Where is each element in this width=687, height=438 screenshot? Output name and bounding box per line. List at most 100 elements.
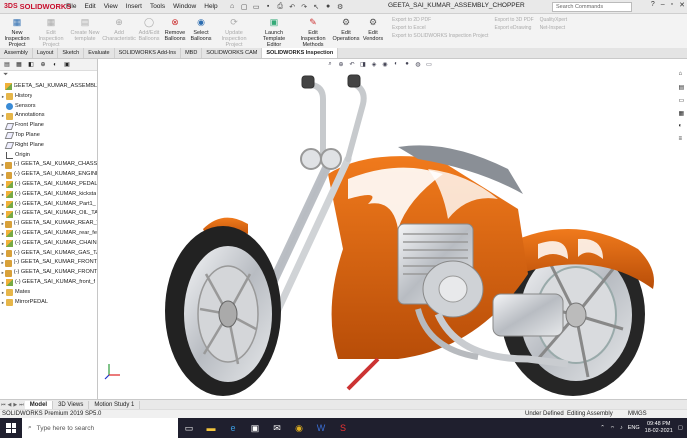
undo-icon[interactable]: ↶ [288,2,297,11]
new-inspection-project-button[interactable]: ▦ New Inspection Project [0,16,34,49]
redo-icon[interactable]: ↷ [300,2,309,11]
tree-item[interactable]: ▸ (-) GEETA_SAI_KUMAR_REAR_WH [0,219,97,229]
edit-operations-button[interactable]: ⚙ Edit Operations [332,16,360,43]
menu-insert[interactable]: Insert [126,3,142,10]
feature-tree-icon[interactable]: ▤ [3,61,11,69]
display-manager-icon[interactable]: ◐ [51,61,59,69]
restore-icon[interactable]: ▫ [671,1,673,9]
add-edit-balloons-button[interactable]: ◯ Add/Edit Balloons [136,16,162,43]
tab-model[interactable]: Model [24,400,54,409]
remove-balloons-button[interactable]: ⊗ Remove Balloons [162,16,188,43]
solidworks-taskbar-icon[interactable]: S [332,418,354,438]
store-icon[interactable]: ▣ [244,418,266,438]
tab-assembly[interactable]: Assembly [0,48,33,58]
tree-item[interactable]: ▸(-) GEETA_SAI_KUMAR_FRONT_FC [0,258,97,268]
chevron-up-icon[interactable]: ⌃ [600,425,605,431]
tab-evaluate[interactable]: Evaluate [84,48,115,58]
menu-window[interactable]: Window [173,3,196,10]
print-icon[interactable]: ⎙ [276,2,285,11]
tree-item[interactable]: ▸ Mates [0,288,97,298]
home-icon[interactable]: ⌂ [228,2,237,11]
tab-addins[interactable]: SOLIDWORKS Add-Ins [115,48,182,58]
tree-item[interactable]: ▸ (-) GEETA_SAI_KUMAR_CHAIN [0,239,97,249]
tree-item[interactable]: ▸ (-) GEETA_SAI_KUMAR_CHASSIS< [0,160,97,170]
help-icon[interactable]: ? [651,1,655,9]
tab-motion-study[interactable]: Motion Study 1 [89,400,141,409]
tree-item[interactable]: ▸ (-) GEETA_SAI_KUMAR_OIL_TA [0,209,97,219]
tab-3d-views[interactable]: 3D Views [53,400,90,409]
launch-template-editor-button[interactable]: ▣ Launch Template Editor [254,16,294,49]
cam-manager-icon[interactable]: ▣ [63,61,71,69]
clock[interactable]: 09:48 PM 18-02-2021 [645,421,673,435]
chrome-icon[interactable]: ◉ [288,418,310,438]
start-button[interactable] [0,418,22,438]
tree-item[interactable]: Sensors [0,102,97,112]
menu-help[interactable]: Help [204,3,217,10]
language-indicator[interactable]: ENG [628,425,640,431]
tree-item[interactable]: Top Plane [0,131,97,141]
open-icon[interactable]: ▭ [252,2,261,11]
volume-icon[interactable]: ♪ [620,425,623,431]
filter-icon[interactable]: ⏷ [0,71,97,82]
tree-item[interactable]: ▸ (-) GEETA_SAI_KUMAR_rear_fe [0,229,97,239]
select-icon[interactable]: ↖ [312,2,321,11]
export-excel-button[interactable]: Export to Excel [392,25,488,31]
chopper-3d-model[interactable] [98,59,687,399]
expand-arrow-icon[interactable]: ▸ [0,170,6,180]
tab-inspection[interactable]: SOLIDWORKS Inspection [262,48,339,58]
export-2d-pdf-button[interactable]: Export to 2D PDF [392,17,488,23]
property-manager-icon[interactable]: ▦ [15,61,23,69]
export-3d-pdf-button[interactable]: Export to 3D PDF [494,17,533,23]
create-template-button[interactable]: ▤ Create New template [68,16,102,43]
search-commands-input[interactable]: Search Commands [552,2,632,12]
tree-item[interactable]: ▸ Annotations [0,111,97,121]
minimize-icon[interactable]: – [661,1,665,9]
menu-file[interactable]: File [66,3,76,10]
menu-edit[interactable]: Edit [84,3,95,10]
solidworks-logo[interactable]: 3DS SOLIDWORKS [4,2,71,11]
tree-item[interactable]: Origin [0,151,97,161]
handlebar[interactable] [301,74,367,162]
tree-item[interactable]: ▸ (-) GEETA_SAI_KUMAR_Part1_ [0,200,97,210]
export-edrawing-button[interactable]: Export eDrawing [494,25,533,31]
close-icon[interactable]: ✕ [679,1,685,9]
file-explorer-taskbar-icon[interactable]: ▬ [200,418,222,438]
tree-item[interactable]: ▸ History [0,92,97,102]
config-manager-icon[interactable]: ◧ [27,61,35,69]
tab-layout[interactable]: Layout [33,48,59,58]
menu-view[interactable]: View [104,3,118,10]
edit-vendors-button[interactable]: ⚙ Edit Vendors [360,16,386,43]
tree-item[interactable]: ▸ (-) GEETA_SAI_KUMAR_kicksta [0,190,97,200]
edit-inspection-project-button[interactable]: ▦ Edit Inspection Project [34,16,68,49]
front-wheel[interactable] [165,226,281,396]
tree-item[interactable]: ▸ MirrorPEDAL [0,298,97,308]
taskbar-search[interactable]: ⌕ Type here to search [22,418,178,438]
mail-icon[interactable]: ✉ [266,418,288,438]
menu-tools[interactable]: Tools [150,3,165,10]
dimxpert-icon[interactable]: ⊕ [39,61,47,69]
net-inspect-button[interactable]: Net-Inspect [540,25,568,31]
transmission[interactable] [492,293,564,337]
select-balloons-button[interactable]: ◉ Select Balloons [188,16,214,43]
tree-item[interactable]: Right Plane [0,141,97,151]
update-inspection-project-button[interactable]: ⟳ Update Inspection Project [214,16,254,49]
tab-sketch[interactable]: Sketch [58,48,85,58]
units-selector[interactable]: MMGS [628,410,647,418]
tree-item[interactable]: ▸ (-) GEETA_SAI_KUMAR_GAS_TAN [0,249,97,259]
edit-inspection-methods-button[interactable]: ✎ Edit Inspection Methods [294,16,332,49]
save-icon[interactable]: ▪ [264,2,273,11]
tree-item[interactable]: ▸ (-) GEETA_SAI_KUMAR_ENGINE< [0,170,97,180]
add-characteristic-button[interactable]: ⊕ Add Characteristic [102,16,136,43]
notifications-icon[interactable]: ▢ [678,425,683,431]
tab-mbd[interactable]: MBD [181,48,203,58]
new-doc-icon[interactable]: ▢ [240,2,249,11]
word-icon[interactable]: W [310,418,332,438]
qualityxpert-button[interactable]: QualityXpert [540,17,568,23]
tree-item[interactable]: ▸ (-) GEETA_SAI_KUMAR_FRONT_W [0,268,97,278]
expand-arrow-icon[interactable]: ▸ [0,249,6,259]
tree-root[interactable]: GEETA_SAI_KUMAR_ASSEMBLY_C [0,82,97,92]
options-icon[interactable]: ⚙ [336,2,345,11]
task-view-icon[interactable]: ▭ [178,418,200,438]
tab-cam[interactable]: SOLIDWORKS CAM [202,48,263,58]
network-icon[interactable]: ⌔ [610,425,615,432]
